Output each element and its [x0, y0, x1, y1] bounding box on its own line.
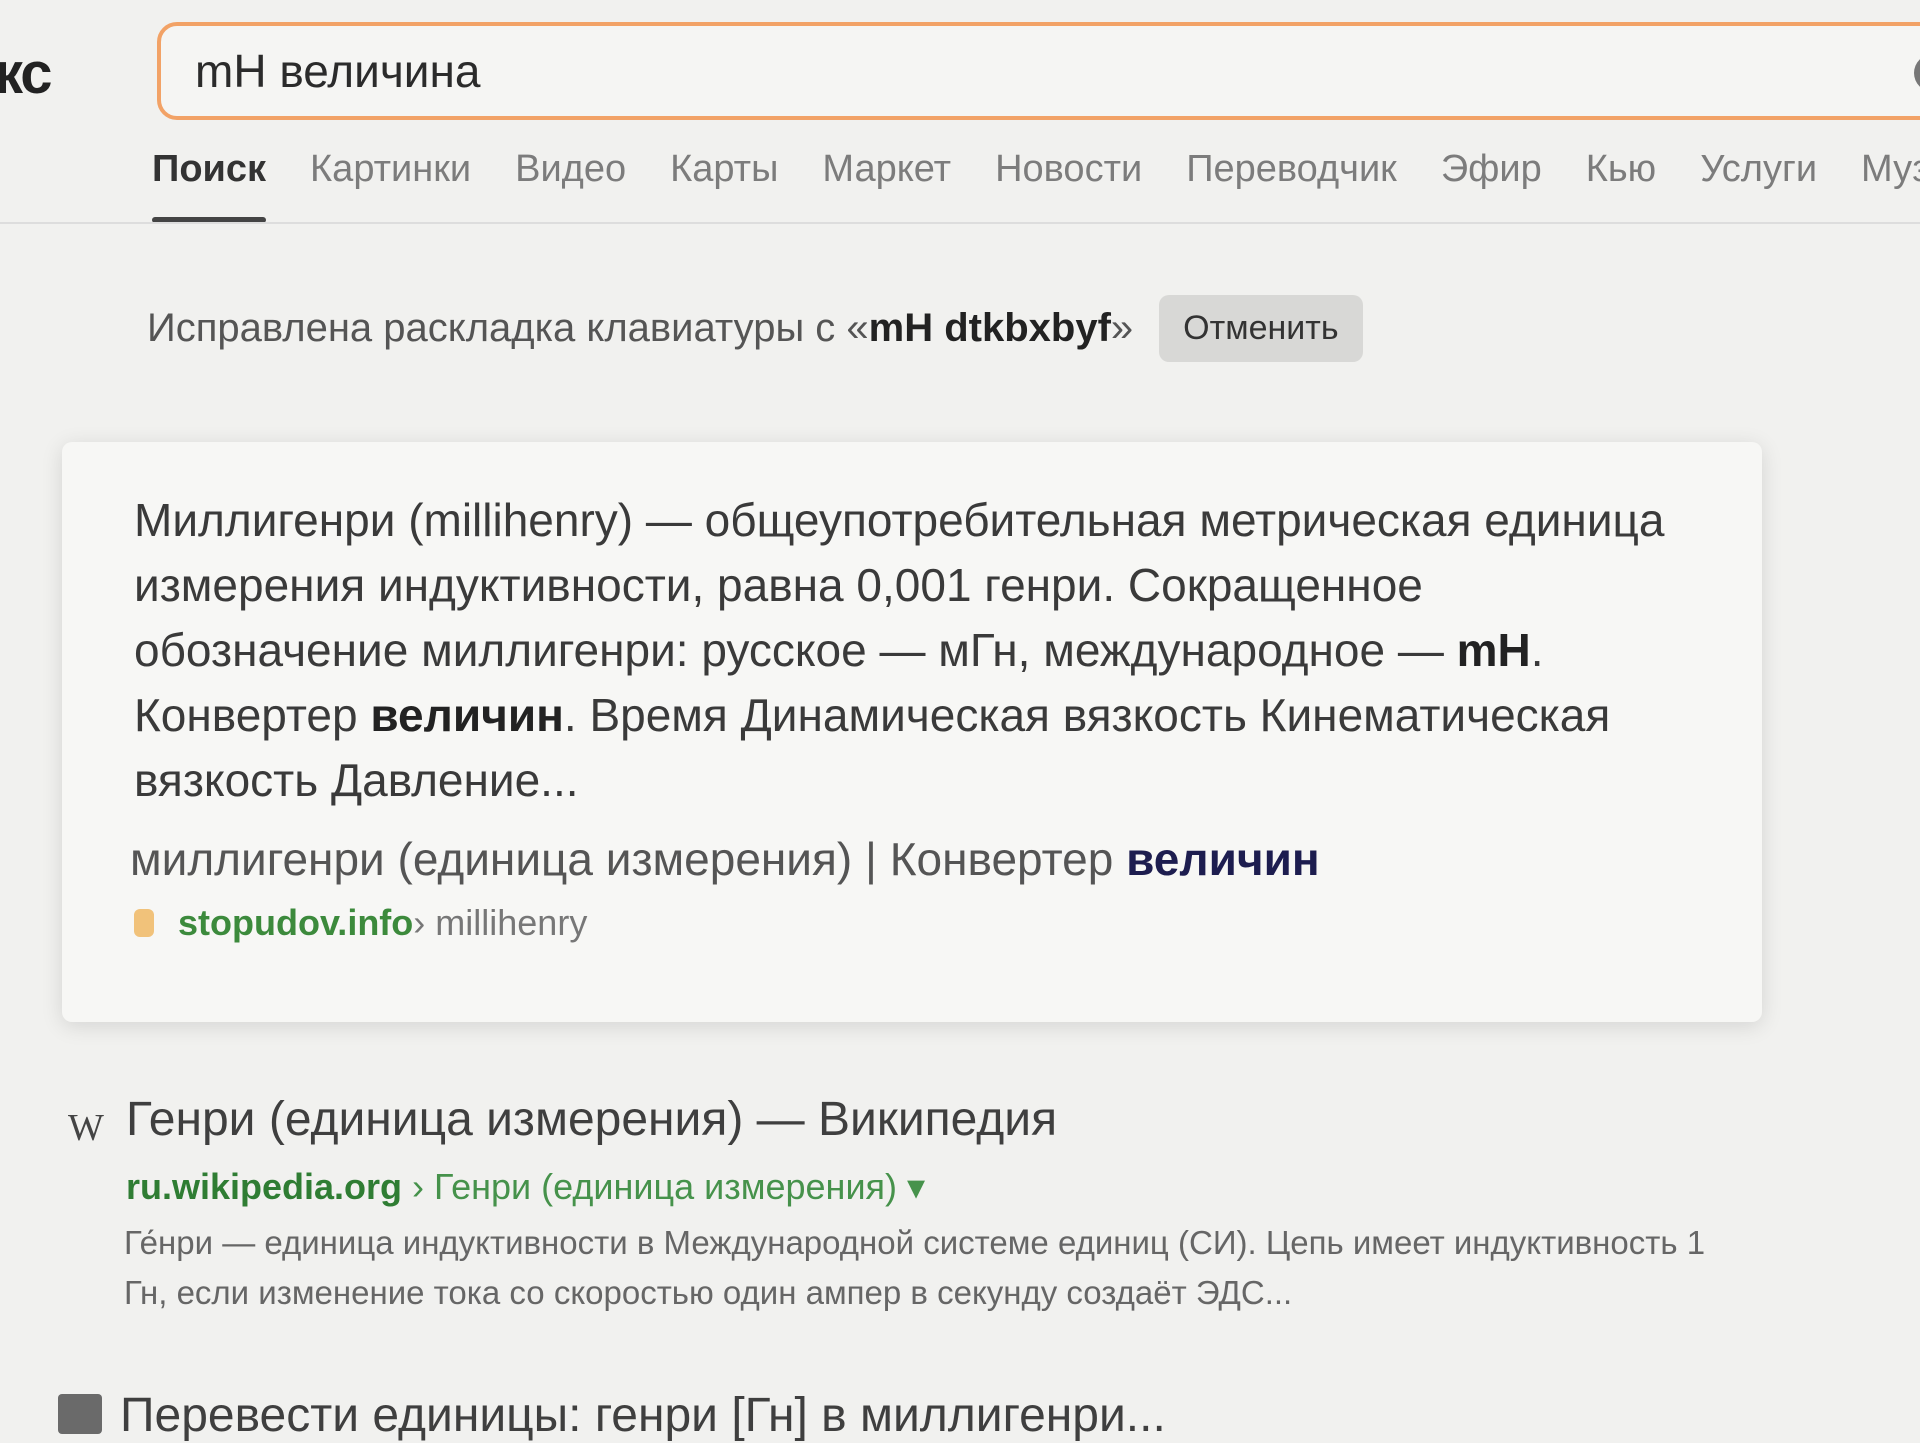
result-url[interactable]: ru.wikipedia.org › Генри (единица измере… [126, 1166, 925, 1208]
tab-market[interactable]: Маркет [822, 148, 951, 201]
result-snippet: Ге́нри — единица индуктивности в Междуна… [124, 1224, 1706, 1311]
result-path[interactable]: › Генри (единица измерения) ▾ [402, 1166, 925, 1207]
tab-maps[interactable]: Карты [670, 148, 778, 201]
tab-video[interactable]: Видео [515, 148, 626, 201]
tab-translator[interactable]: Переводчик [1186, 148, 1397, 201]
snippet-title-link[interactable]: миллигенри (единица измерения) | Конверт… [130, 832, 1320, 886]
tab-efir[interactable]: Эфир [1441, 148, 1542, 201]
tab-search[interactable]: Поиск [152, 148, 267, 223]
converter-favicon-icon [58, 1394, 102, 1434]
layout-correction-notice: Исправлена раскладка клавиатуры с «mH dt… [147, 295, 1363, 362]
layout-correction-text: Исправлена раскладка клавиатуры с « [147, 306, 869, 350]
snippet-path: › millihenry [413, 902, 588, 943]
logo[interactable]: кс [0, 40, 53, 107]
snippet-bold-velichin: величин [370, 689, 564, 741]
result2-title-link[interactable]: Перевести единицы: генри [Гн] в миллиген… [120, 1388, 1166, 1443]
tab-q[interactable]: Кью [1586, 148, 1656, 201]
result-domain[interactable]: ru.wikipedia.org [126, 1166, 402, 1207]
snippet-url[interactable]: stopudov.info › millihenry [134, 902, 587, 944]
snippet-bold-mh: mH [1456, 624, 1531, 676]
snippet-text-part-1: Миллигенри (millihenry) — общеупотребите… [134, 494, 1665, 676]
lock-icon [134, 909, 154, 937]
snippet-domain[interactable]: stopudov.info [178, 902, 413, 944]
search-input[interactable] [193, 43, 1697, 99]
wikipedia-icon: W [68, 1107, 104, 1149]
tabs-divider [0, 222, 1920, 224]
close-quote: » [1110, 306, 1134, 350]
result-title-link[interactable]: Генри (единица измерения) — Википедия [126, 1092, 1057, 1147]
tab-services[interactable]: Услуги [1700, 148, 1817, 201]
original-query[interactable]: mH dtkbxbyf [869, 306, 1111, 351]
snippet-title-bold: величин [1126, 833, 1320, 885]
tab-news[interactable]: Новости [995, 148, 1142, 201]
featured-snippet: Миллигенри (millihenry) — общеупотребите… [62, 442, 1762, 1022]
cancel-button[interactable]: Отменить [1159, 295, 1363, 362]
tab-images[interactable]: Картинки [310, 148, 471, 201]
tab-music[interactable]: Музык [1861, 148, 1920, 201]
snippet-text: Миллигенри (millihenry) — общеупотребите… [134, 488, 1694, 813]
snippet-title-text: миллигенри (единица измерения) | Конверт… [130, 833, 1127, 885]
search-box: × [157, 22, 1920, 120]
tab-bar: Поиск Картинки Видео Карты Маркет Новост… [152, 148, 1920, 223]
clear-icon[interactable]: × [1914, 54, 1920, 92]
